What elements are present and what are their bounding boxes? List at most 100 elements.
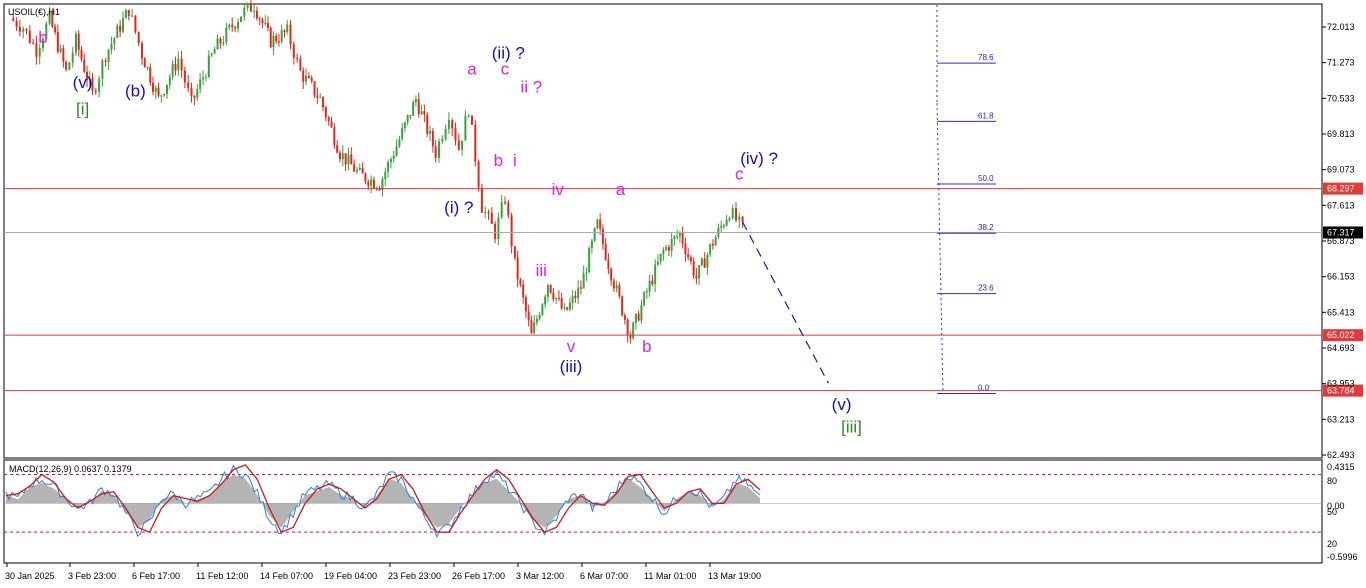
y-tick-label: 62.493 [1327, 450, 1355, 460]
candle-body [412, 102, 415, 116]
candle-body [667, 247, 670, 251]
candle-body [535, 318, 538, 323]
candle-body [246, 3, 249, 8]
candle-body [618, 285, 621, 297]
candle-body [202, 77, 205, 80]
candle-body [163, 94, 166, 96]
wave-label: b [38, 28, 47, 47]
candle-body [54, 26, 57, 33]
candle-body [546, 284, 549, 297]
x-tick-label: 11 Feb 12:00 [196, 571, 248, 581]
candle-body [510, 215, 513, 247]
candle-body [593, 228, 596, 241]
candle-body [654, 264, 657, 285]
chart-root[interactable]: 78.6 61.8 50.0 38.2 23.6 0.0 b (v) [i] (b) (i) ? a (… [0, 0, 1366, 588]
candle-body [339, 152, 341, 160]
candle-body [372, 179, 375, 188]
candle-body [714, 237, 717, 246]
candle-body [38, 47, 41, 57]
candle-body [401, 128, 404, 140]
macd-y-tick-label: 20 [1327, 539, 1337, 549]
candle-body [632, 322, 635, 339]
candle-body [219, 38, 222, 44]
x-tick-label: 6 Feb 17:00 [132, 571, 180, 581]
candle-body [277, 41, 280, 43]
candle-body [490, 212, 493, 224]
candle-body [204, 76, 207, 78]
candle-body [77, 33, 80, 50]
candle-body [461, 140, 464, 150]
candle-body [621, 296, 624, 316]
candle-body [289, 24, 292, 45]
candle-body [190, 87, 193, 96]
y-tick-label: 70.533 [1327, 93, 1355, 103]
candle-body [234, 27, 237, 29]
candle-body [615, 285, 618, 289]
wave-label: (b) [125, 82, 146, 101]
candle-body [387, 162, 390, 172]
candle-body [316, 95, 319, 98]
x-tick-label: 11 Mar 01:00 [644, 571, 696, 581]
candle-body [305, 75, 308, 82]
candle-body [656, 261, 659, 265]
candle-body [607, 259, 610, 269]
y-tick-label: 71.273 [1327, 58, 1355, 68]
level-price-label: 65.022 [1327, 330, 1355, 340]
y-tick-label: 65.413 [1327, 307, 1355, 317]
candle-body [104, 60, 107, 62]
candle-body [524, 297, 527, 312]
candle-body [634, 313, 637, 323]
candle-body [471, 115, 473, 125]
candle-body [75, 33, 77, 53]
candle-body [731, 208, 734, 219]
wave-label: (v) [832, 395, 852, 414]
candle-body [507, 202, 510, 216]
candle-body [438, 141, 440, 158]
candle-body [22, 28, 25, 32]
candle-body [604, 244, 607, 260]
candle-body [426, 114, 429, 134]
candle-body [299, 58, 302, 71]
candle-body [659, 253, 662, 262]
candle-body [122, 18, 125, 32]
candle-body [574, 295, 577, 299]
candle-body [637, 313, 640, 321]
wave-label: (v) [73, 73, 93, 92]
candle-body [563, 307, 566, 309]
candle-body [441, 138, 444, 142]
candle-body [477, 161, 480, 188]
candle-body [310, 77, 313, 82]
candle-body [341, 153, 344, 160]
candle-body [522, 284, 525, 298]
y-tick-label: 66.873 [1327, 236, 1355, 246]
x-tick-label: 14 Feb 07:00 [260, 571, 313, 581]
candle-body [579, 287, 582, 289]
candle-body [566, 307, 569, 310]
candle-body [358, 168, 361, 170]
wave-label: b [494, 151, 503, 170]
candle-body [168, 76, 171, 85]
wave-label: a [616, 180, 626, 199]
y-tick-label: 63.213 [1327, 414, 1355, 424]
candle-body [333, 127, 336, 146]
candle-body [689, 257, 692, 262]
candle-body [414, 99, 417, 103]
candle-body [640, 305, 643, 321]
candle-body [585, 272, 588, 274]
candle-body [711, 244, 714, 246]
candle-body [143, 58, 146, 68]
candle-body [59, 48, 62, 52]
candle-body [549, 284, 552, 293]
candle-body [403, 122, 406, 129]
x-tick-label: 30 Jan 2025 [5, 571, 55, 581]
candle-body [12, 18, 15, 21]
candle-body [504, 202, 506, 204]
candle-body [249, 3, 252, 12]
candle-body [196, 89, 199, 98]
x-tick-label: 23 Feb 23:00 [388, 571, 441, 581]
candle-body [199, 79, 202, 90]
candle-body [454, 128, 457, 141]
candle-body [152, 82, 154, 92]
y-tick-label: 63.953 [1327, 379, 1355, 389]
candle-body [272, 35, 275, 48]
